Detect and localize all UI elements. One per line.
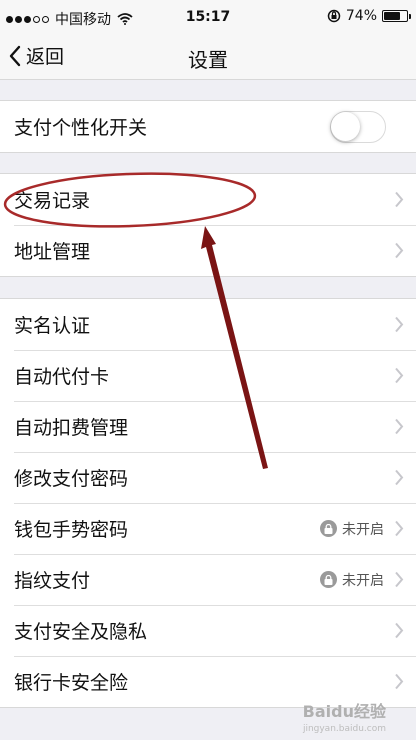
- chevron-right-icon: [395, 191, 404, 208]
- nav-bar: 返回 设置: [0, 34, 416, 80]
- row-label: 自动代付卡: [14, 366, 110, 388]
- settings-group-security: 实名认证 自动代付卡 自动扣费管理 修改支付密码 钱包手势密码 未开启 指纹支付…: [0, 298, 416, 708]
- row-payment-personalization: 支付个性化开关: [0, 101, 416, 152]
- chevron-right-icon: [395, 520, 404, 537]
- chevron-right-icon: [395, 242, 404, 259]
- settings-group-records: 交易记录 地址管理: [0, 173, 416, 277]
- row-address-management[interactable]: 地址管理: [0, 225, 416, 276]
- row-label: 实名认证: [14, 315, 91, 337]
- status-bar: 中国移动 15:17 74%: [0, 0, 416, 34]
- payment-personalization-toggle[interactable]: [330, 111, 386, 143]
- settings-group-payment-toggle: 支付个性化开关: [0, 100, 416, 153]
- row-label: 指纹支付: [14, 570, 91, 592]
- toggle-knob: [331, 112, 360, 141]
- watermark: Baidu经验: [302, 702, 386, 721]
- row-label: 自动扣费管理: [14, 417, 129, 439]
- row-label: 修改支付密码: [14, 468, 129, 490]
- chevron-right-icon: [395, 316, 404, 333]
- row-auto-pay-card[interactable]: 自动代付卡: [0, 350, 416, 401]
- chevron-right-icon: [395, 673, 404, 690]
- row-real-name-verification[interactable]: 实名认证: [0, 299, 416, 350]
- chevron-right-icon: [395, 571, 404, 588]
- status-badge: 未开启: [320, 519, 384, 539]
- chevron-right-icon: [395, 418, 404, 435]
- row-label: 交易记录: [14, 190, 91, 212]
- row-wallet-gesture-password[interactable]: 钱包手势密码 未开启: [0, 503, 416, 554]
- chevron-right-icon: [395, 469, 404, 486]
- battery-icon: [382, 10, 411, 22]
- status-text: 未开启: [342, 572, 384, 589]
- row-transaction-records[interactable]: 交易记录: [0, 174, 416, 225]
- page-title: 设置: [188, 48, 228, 72]
- row-label: 支付个性化开关: [14, 117, 148, 139]
- watermark-subtitle: jingyan.baidu.com: [302, 724, 386, 734]
- chevron-right-icon: [395, 622, 404, 639]
- chevron-right-icon: [395, 367, 404, 384]
- row-change-payment-password[interactable]: 修改支付密码: [0, 452, 416, 503]
- battery-percent: 74%: [345, 8, 377, 24]
- status-badge: 未开启: [320, 570, 384, 590]
- row-payment-security-privacy[interactable]: 支付安全及隐私: [0, 605, 416, 656]
- status-right: 74%: [327, 8, 411, 24]
- row-label: 银行卡安全险: [14, 672, 129, 694]
- lock-icon: [320, 520, 337, 537]
- row-fingerprint-payment[interactable]: 指纹支付 未开启: [0, 554, 416, 605]
- lock-icon: [320, 571, 337, 588]
- row-label: 地址管理: [14, 241, 91, 263]
- row-label: 支付安全及隐私: [14, 621, 148, 643]
- row-label: 钱包手势密码: [14, 519, 129, 541]
- status-text: 未开启: [342, 521, 384, 538]
- lock-rotation-icon: [327, 9, 341, 23]
- battery-fill: [384, 12, 400, 20]
- row-auto-deduction-management[interactable]: 自动扣费管理: [0, 401, 416, 452]
